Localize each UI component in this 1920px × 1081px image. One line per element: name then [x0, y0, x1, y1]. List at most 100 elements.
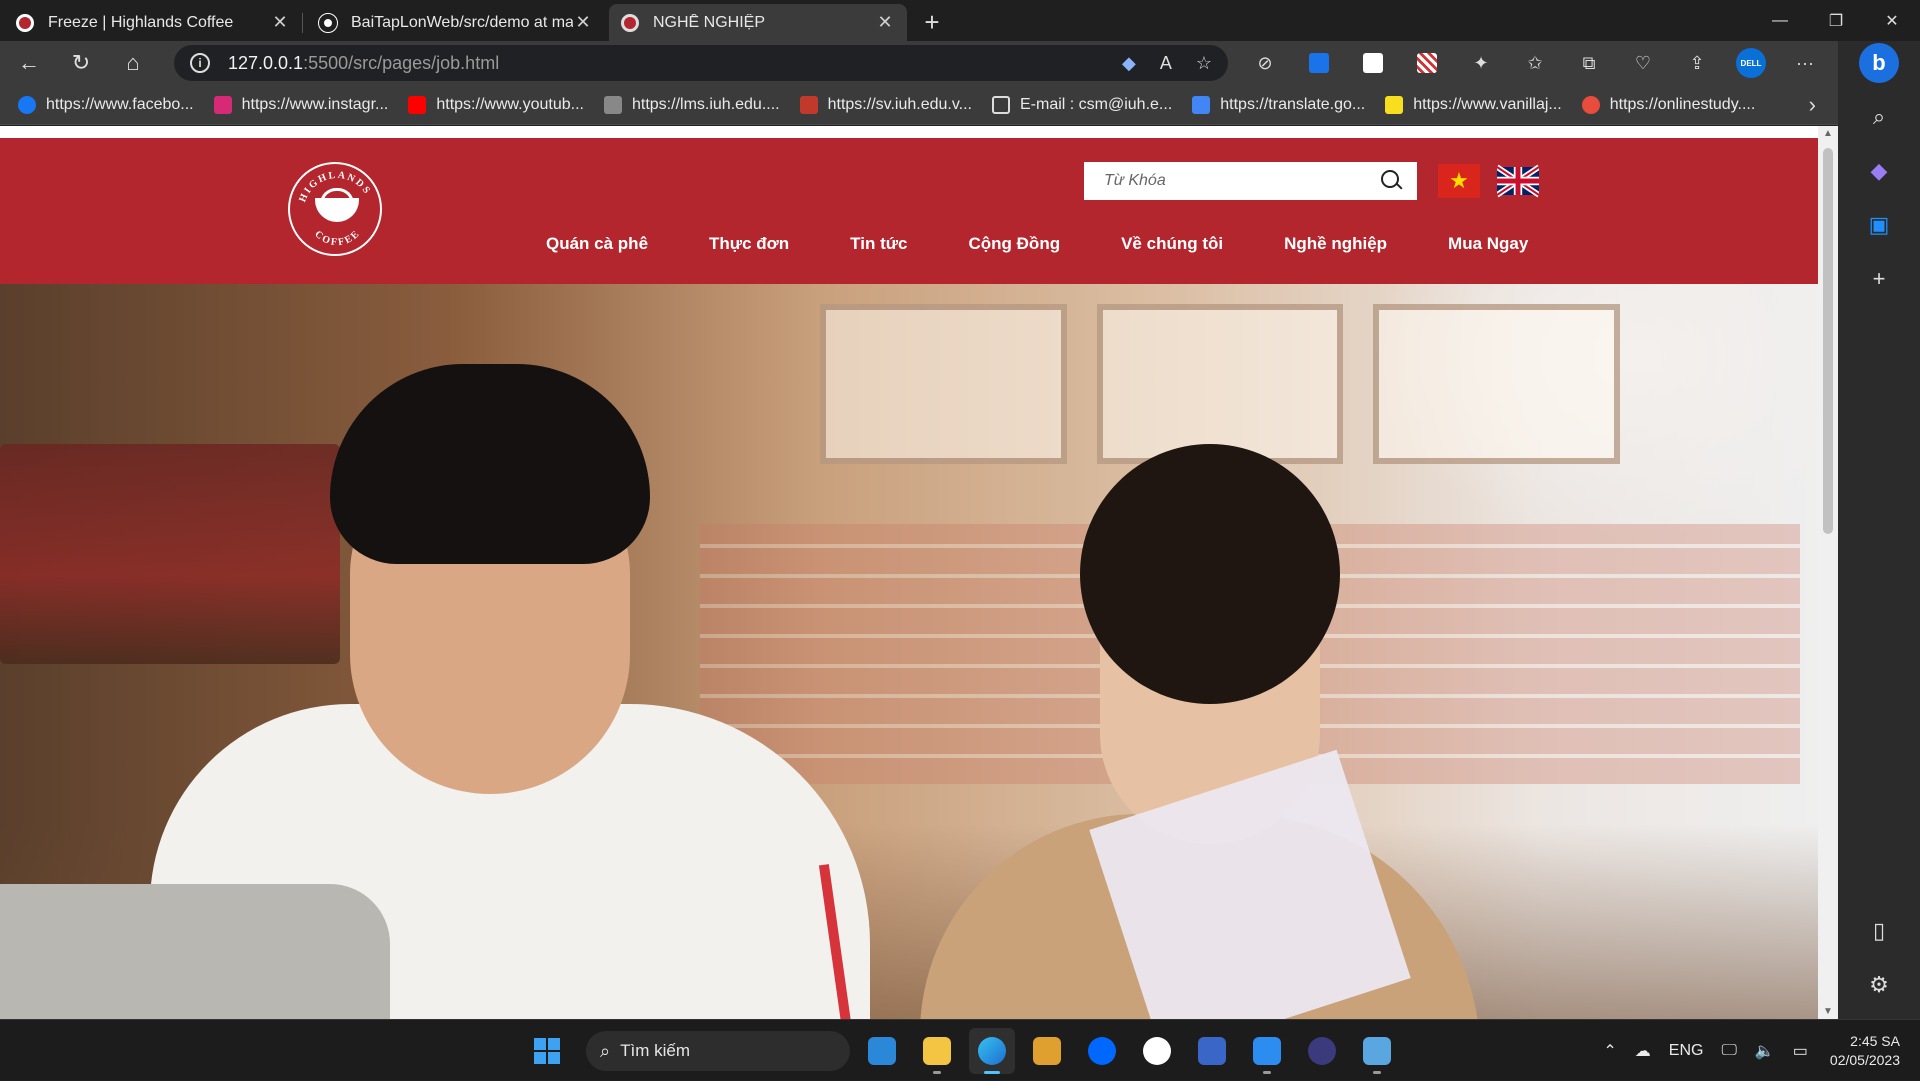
url-field[interactable]: i 127.0.0.1:5500/src/pages/job.html ◆ A … [174, 45, 1228, 81]
taskbar-center: ⌕ Tìm kiếm [524, 1028, 1400, 1074]
restore-button[interactable]: ❐ [1808, 0, 1864, 41]
tab-close-icon[interactable]: ✕ [875, 12, 895, 33]
omnibox-icons: ◆ A ☆ [1122, 53, 1212, 74]
lms-icon [603, 95, 622, 114]
sidebar-copilot-icon[interactable]: ◆ [1859, 151, 1899, 191]
extension-pattern-icon[interactable] [1400, 45, 1454, 81]
vietnam-flag-icon[interactable]: ★ [1438, 164, 1480, 198]
tab-nghe-nghiep[interactable]: NGHỀ NGHIỆP ✕ [609, 4, 907, 41]
bookmark-facebook[interactable]: https://www.facebo... [18, 95, 194, 114]
task-manager-icon[interactable] [1354, 1028, 1400, 1074]
home-button[interactable]: ⌂ [110, 45, 156, 81]
github-favicon-icon [318, 12, 338, 33]
snipping-tool-icon[interactable] [1024, 1028, 1070, 1074]
bookmark-email[interactable]: E-mail : csm@iuh.e... [991, 95, 1172, 114]
bookmark-vanillajs[interactable]: https://www.vanillaj... [1385, 95, 1562, 114]
network-icon[interactable]: 🖵 [1721, 1042, 1736, 1060]
windows-taskbar: ⌕ Tìm kiếm ⌃ ☁ ENG 🖵 🔈 ▭ 2:45 SA 02/05/2… [0, 1019, 1920, 1080]
compass-extension-icon[interactable]: ⊘ [1238, 45, 1292, 81]
menu-thuc-don[interactable]: Thực đơn [709, 234, 789, 254]
extensions-toolbar: ⊘ ✦ ✩ ⧉ ♡ ⇪ DELL ··· [1238, 45, 1832, 81]
add-favorite-icon[interactable]: ☆ [1196, 53, 1212, 74]
bookmarks-chevron-right-icon[interactable]: › [1809, 92, 1816, 118]
hero-laptop [0, 884, 390, 1019]
bookmark-instagram[interactable]: https://www.instagr... [213, 95, 388, 114]
menu-mua-ngay[interactable]: Mua Ngay [1448, 234, 1528, 254]
bookmark-translate[interactable]: https://translate.go... [1192, 95, 1365, 114]
uk-flag-icon[interactable] [1497, 164, 1539, 198]
bookmark-youtube[interactable]: https://www.youtub... [408, 95, 584, 114]
menu-tin-tuc[interactable]: Tin tức [850, 234, 907, 254]
clock-date: 02/05/2023 [1829, 1051, 1900, 1068]
site-search-box[interactable] [1084, 162, 1417, 200]
new-tab-button[interactable]: + [913, 4, 951, 41]
profile-avatar[interactable]: DELL [1724, 45, 1778, 81]
file-explorer-icon[interactable] [914, 1028, 960, 1074]
language-indicator[interactable]: ENG [1669, 1042, 1704, 1060]
site-header: HIGHLANDS COFFEE ★ Quán cà phê Thực đơn … [0, 138, 1818, 284]
extension-badge-icon[interactable] [1292, 45, 1346, 81]
page-scrollbar[interactable]: ▲ ▼ [1818, 126, 1838, 1019]
scroll-down-icon[interactable]: ▼ [1818, 1006, 1838, 1017]
chevron-up-icon[interactable]: ⌃ [1603, 1041, 1616, 1061]
menu-cong-dong[interactable]: Cộng Đồng [969, 234, 1061, 254]
extension-b-icon[interactable] [1346, 45, 1400, 81]
battery-icon[interactable]: ▭ [1793, 1041, 1808, 1061]
performance-icon[interactable]: ♡ [1616, 45, 1670, 81]
sidebar-settings-icon[interactable]: ⚙ [1859, 965, 1899, 1005]
close-window-button[interactable]: ✕ [1864, 0, 1920, 41]
favorites-icon[interactable]: ✩ [1508, 45, 1562, 81]
bookmark-lms[interactable]: https://lms.iuh.edu.... [603, 95, 780, 114]
hero-wall-frames [820, 304, 1621, 464]
menu-ve-chung-toi[interactable]: Về chúng tôi [1121, 234, 1223, 254]
tab-highlands[interactable]: Freeze | Highlands Coffee ✕ [4, 4, 302, 41]
sidebar-search-icon[interactable]: ⌕ [1859, 97, 1899, 137]
scroll-up-icon[interactable]: ▲ [1818, 128, 1838, 139]
back-button[interactable]: ← [6, 45, 52, 81]
sv-iuh-icon [799, 95, 818, 114]
search-icon[interactable] [1379, 168, 1405, 194]
scrollbar-thumb[interactable] [1823, 148, 1833, 534]
tab-close-icon[interactable]: ✕ [270, 12, 290, 33]
menu-quan-ca-phe[interactable]: Quán cà phê [546, 234, 648, 254]
zalo-app-icon[interactable] [1079, 1028, 1125, 1074]
taskbar-search[interactable]: ⌕ Tìm kiếm [586, 1031, 850, 1071]
store-app-icon[interactable] [859, 1028, 905, 1074]
eclipse-app-icon[interactable] [1299, 1028, 1345, 1074]
share-icon[interactable]: ⇪ [1670, 45, 1724, 81]
collections-icon[interactable]: ⧉ [1562, 45, 1616, 81]
mongodb-compass-icon[interactable] [1134, 1028, 1180, 1074]
edge-app-icon[interactable] [969, 1028, 1015, 1074]
highlands-logo[interactable]: HIGHLANDS COFFEE [288, 162, 382, 256]
bookmark-sv-iuh[interactable]: https://sv.iuh.edu.v... [799, 95, 972, 114]
sidebar-add-icon[interactable]: + [1859, 259, 1899, 299]
url-path: :5500/src/pages/job.html [303, 52, 500, 73]
tab-close-icon[interactable]: ✕ [573, 12, 593, 33]
coupon-tag-icon[interactable]: ◆ [1122, 53, 1136, 74]
bookmark-onlinestudy[interactable]: https://onlinestudy.... [1581, 95, 1755, 114]
main-menu: Quán cà phê Thực đơn Tin tức Cộng Đồng V… [546, 234, 1528, 254]
menu-nghe-nghiep[interactable]: Nghề nghiệp [1284, 234, 1387, 254]
volume-icon[interactable]: 🔈 [1755, 1041, 1775, 1061]
reload-button[interactable]: ↻ [58, 45, 104, 81]
system-tray: ⌃ ☁ ENG 🖵 🔈 ▭ 2:45 SA 02/05/2023 [1585, 1020, 1900, 1081]
start-button[interactable] [524, 1028, 570, 1074]
sidebar-outlook-icon[interactable]: ▣ [1859, 205, 1899, 245]
site-info-icon[interactable]: i [190, 53, 210, 73]
taskbar-clock[interactable]: 2:45 SA 02/05/2023 [1830, 1032, 1900, 1070]
vscode-app-icon[interactable] [1244, 1028, 1290, 1074]
sidebar-toggle-icon[interactable]: ▯ [1859, 911, 1899, 951]
page-viewport: HIGHLANDS COFFEE ★ Quán cà phê Thực đơn … [0, 126, 1838, 1019]
tab-title: BaiTapLonWeb/src/demo at main [351, 13, 573, 31]
tab-github[interactable]: BaiTapLonWeb/src/demo at main ✕ [307, 4, 605, 41]
taskbar-search-label: Tìm kiếm [620, 1041, 690, 1060]
extensions-puzzle-icon[interactable]: ✦ [1454, 45, 1508, 81]
bing-chat-icon[interactable]: b [1859, 43, 1899, 83]
onedrive-cloud-icon[interactable]: ☁ [1635, 1041, 1651, 1061]
dev-cpp-icon[interactable] [1189, 1028, 1235, 1074]
more-menu-icon[interactable]: ··· [1778, 45, 1832, 81]
bookmarks-bar: https://www.facebo... https://www.instag… [0, 85, 1838, 125]
search-input[interactable] [1104, 172, 1379, 190]
read-aloud-icon[interactable]: A [1160, 53, 1172, 74]
minimize-button[interactable]: — [1752, 0, 1808, 41]
